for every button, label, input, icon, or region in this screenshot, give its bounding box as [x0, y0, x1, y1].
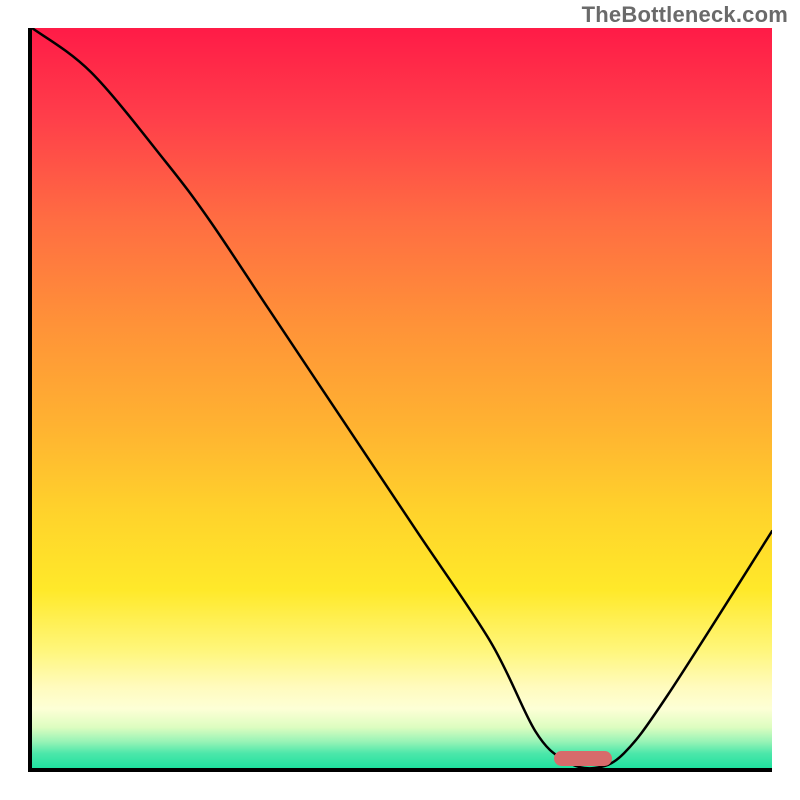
bottleneck-curve [32, 28, 772, 768]
optimal-marker [554, 751, 612, 766]
watermark-text: TheBottleneck.com [582, 2, 788, 28]
plot-area [28, 28, 772, 772]
